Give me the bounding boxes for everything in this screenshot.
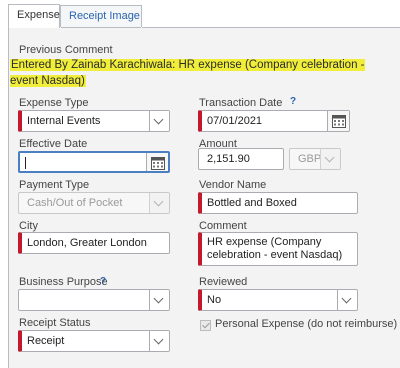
payment-type-select[interactable]: Cash/Out of Pocket [18,192,170,214]
expense-type-label: Expense Type [19,97,89,109]
reviewed-value: No [207,294,222,306]
receipt-status-dropdown-button[interactable] [149,331,169,351]
comment-textarea[interactable]: HR expense (Company celebration - event … [198,232,358,266]
calendar-icon [151,157,165,170]
tab-receipt-image[interactable]: Receipt Image [60,5,142,28]
expense-type-select[interactable]: Internal Events [18,110,170,132]
expense-type-value: Internal Events [27,115,101,127]
chevron-down-icon [153,334,164,345]
chevron-down-icon [153,196,164,207]
payment-type-label: Payment Type [19,179,90,191]
previous-comment-highlight: Entered By Zainab Karachiwala: HR expens… [10,59,365,87]
business-purpose-label: Business Purpose [19,276,108,288]
question-mark-icon[interactable]: ? [100,276,106,287]
business-purpose-dropdown-button[interactable] [149,290,169,310]
reviewed-select[interactable]: No [198,289,358,311]
transaction-date-calendar-button[interactable] [327,111,349,131]
amount-value: 2,151.90 [207,153,250,165]
chevron-down-icon [153,293,164,304]
vendor-name-value: Bottled and Boxed [207,197,297,209]
tab-expense[interactable]: Expense [8,4,60,28]
expense-type-dropdown-button[interactable] [149,111,169,131]
city-label: City [19,220,38,232]
currency-value: GBP [298,153,322,165]
chevron-down-icon [153,114,164,125]
calendar-icon [332,115,346,128]
reviewed-label: Reviewed [199,276,248,288]
effective-date-field[interactable] [18,151,170,173]
vendor-name-label: Vendor Name [199,179,267,191]
currency-dropdown-button[interactable] [320,149,340,169]
previous-comment-text: Entered By Zainab Karachiwala: HR expens… [10,57,388,89]
currency-select[interactable]: GBP [289,148,341,170]
payment-type-dropdown-button[interactable] [149,193,169,213]
transaction-date-value: 07/01/2021 [207,115,263,127]
vendor-name-field[interactable]: Bottled and Boxed [198,192,358,214]
transaction-date-field[interactable]: 07/01/2021 [198,110,350,132]
previous-comment-label: Previous Comment [19,44,113,56]
tab-bar: Expense Receipt Image [0,0,400,28]
chevron-down-icon [341,293,352,304]
chevron-down-icon [324,152,335,163]
amount-field[interactable]: 2,151.90 [198,148,284,170]
city-field[interactable]: London, Greater London [18,232,170,254]
comment-label: Comment [199,220,247,232]
payment-type-value: Cash/Out of Pocket [27,197,123,209]
personal-expense-label: Personal Expense (do not reimburse) [215,318,398,330]
receipt-status-label: Receipt Status [19,317,91,329]
question-mark-icon[interactable]: ? [290,96,296,107]
receipt-status-select[interactable]: Receipt [18,330,170,352]
text-cursor [25,157,26,169]
city-value: London, Greater London [27,237,147,249]
effective-date-label: Effective Date [19,138,88,150]
personal-expense-checkbox[interactable] [200,320,211,331]
reviewed-dropdown-button[interactable] [337,290,357,310]
effective-date-calendar-button[interactable] [146,153,168,171]
receipt-status-value: Receipt [27,335,65,347]
transaction-date-label: Transaction Date [199,97,283,109]
business-purpose-select[interactable] [18,289,170,311]
